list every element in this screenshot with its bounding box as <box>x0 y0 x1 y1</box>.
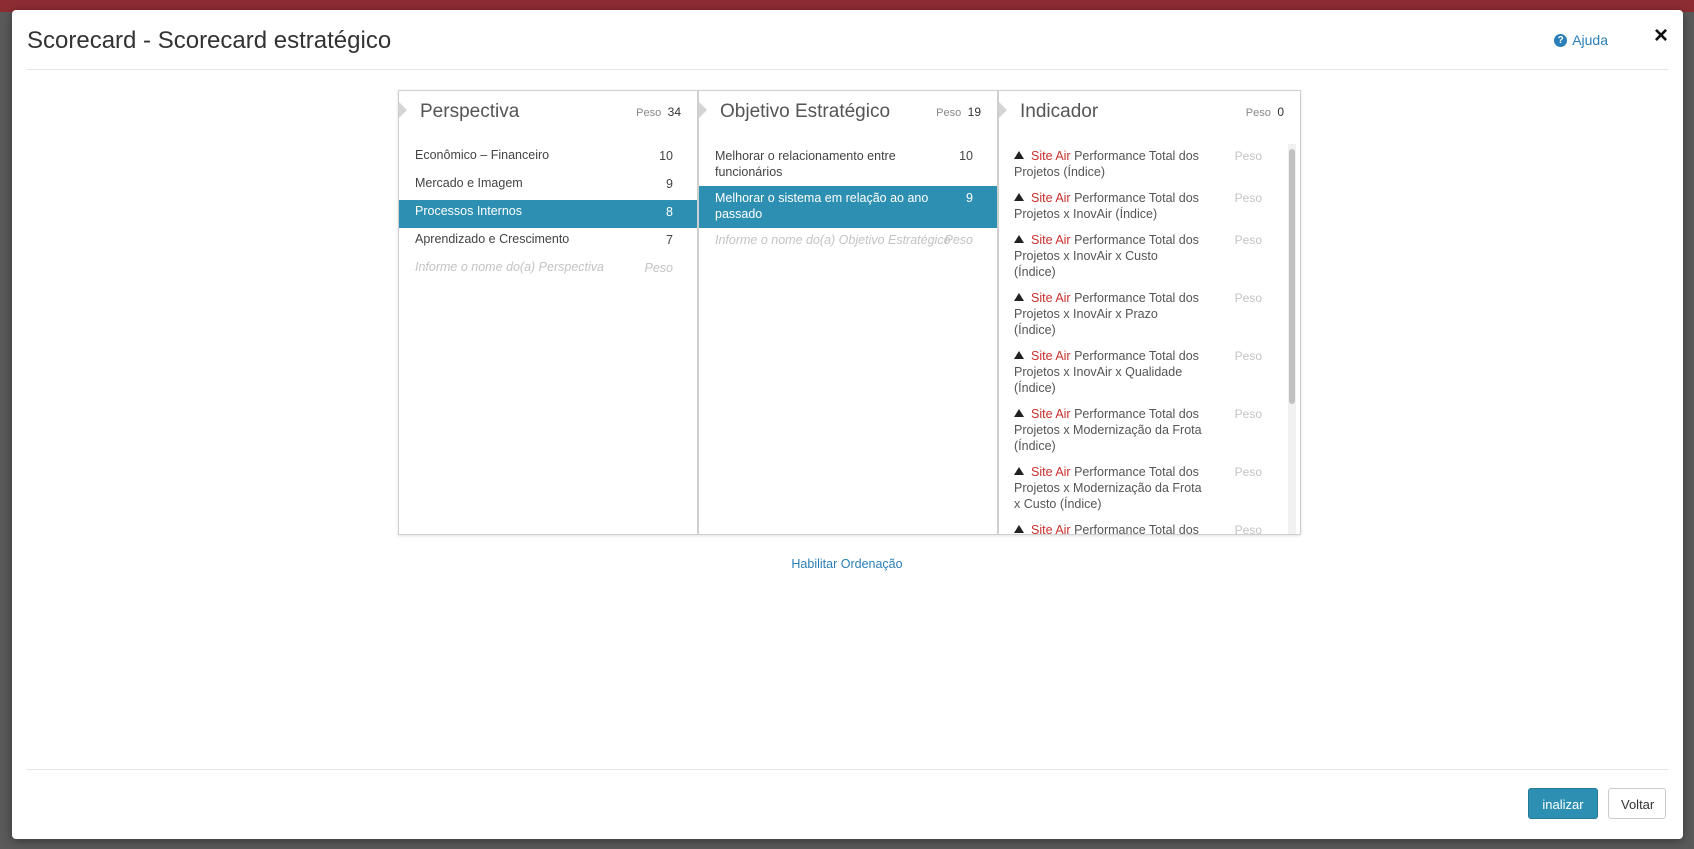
site-label: Site Air <box>1031 233 1071 247</box>
objetivo-total-weight: Peso 19 <box>936 103 981 121</box>
indicador-item[interactable]: Site Air Performance Total dos Projetos … <box>999 186 1282 228</box>
indicador-header: Indicador Peso 0 <box>999 91 1300 141</box>
indicador-column: Indicador Peso 0 Site Air Performance To… <box>999 91 1300 534</box>
help-link[interactable]: ? Ajuda <box>1554 32 1608 48</box>
item-weight: 10 <box>659 149 673 163</box>
enable-sort-link[interactable]: Habilitar Ordenação <box>0 557 1694 571</box>
site-label: Site Air <box>1031 407 1071 421</box>
site-label: Site Air <box>1031 349 1071 363</box>
perspectiva-column: Perspectiva Peso 34 Econômico – Financei… <box>399 91 699 534</box>
site-label: Site Air <box>1031 291 1071 305</box>
indicador-item[interactable]: Site Air Performance Total dos Projetos … <box>999 228 1282 286</box>
item-weight: 8 <box>666 205 673 219</box>
perspectiva-item[interactable]: Econômico – Financeiro 10 <box>399 144 697 172</box>
weight-label: Peso <box>1245 107 1271 119</box>
site-label: Site Air <box>1031 523 1071 534</box>
scrollbar-thumb[interactable] <box>1289 149 1295 404</box>
indicador-list: Site Air Performance Total dos Projetos … <box>999 144 1282 534</box>
objetivo-title: Objetivo Estratégico <box>720 101 891 122</box>
perspectiva-list: Econômico – Financeiro 10 Mercado e Imag… <box>399 144 697 284</box>
item-label: Aprendizado e Crescimento <box>415 232 570 246</box>
site-label: Site Air <box>1031 149 1071 163</box>
weight-value: 34 <box>667 105 681 119</box>
triangle-up-icon <box>1014 151 1024 159</box>
item-weight: 9 <box>666 177 673 191</box>
new-perspectiva-placeholder: Informe o nome do(a) Perspectiva <box>415 260 604 274</box>
perspectiva-total-weight: Peso 34 <box>636 103 681 121</box>
new-perspectiva-weight-input[interactable]: Peso <box>645 260 674 276</box>
modal-footer: inalizar Voltar <box>27 769 1668 839</box>
indicador-weight-input[interactable]: Peso <box>1235 290 1262 306</box>
new-objetivo-weight-input[interactable]: Peso <box>945 232 974 248</box>
new-perspectiva-input[interactable]: Informe o nome do(a) Perspectiva Peso <box>399 256 697 284</box>
weight-value: 0 <box>1277 105 1284 119</box>
indicador-weight-input[interactable]: Peso <box>1235 148 1262 164</box>
item-weight: 10 <box>959 149 973 163</box>
item-label: Melhorar o sistema em relação ao ano pas… <box>715 191 929 221</box>
weight-value: 19 <box>967 105 981 119</box>
item-label: Processos Internos <box>415 204 522 218</box>
weight-label: Peso <box>936 107 962 119</box>
item-label: Mercado e Imagem <box>415 176 523 190</box>
item-label: Melhorar o relacionamento entre funcioná… <box>715 149 896 179</box>
site-label: Site Air <box>1031 465 1071 479</box>
item-weight: 9 <box>966 191 973 205</box>
objetivo-item[interactable]: Melhorar o relacionamento entre funcioná… <box>699 144 997 186</box>
back-button[interactable]: Voltar <box>1608 788 1666 819</box>
perspectiva-item-selected[interactable]: Processos Internos 8 <box>399 200 697 228</box>
triangle-up-icon <box>1014 293 1024 301</box>
indicador-item[interactable]: Site Air Performance Total dos Projetos … <box>999 344 1282 402</box>
triangle-up-icon <box>1014 467 1024 475</box>
indicador-weight-input[interactable]: Peso <box>1235 522 1262 534</box>
objetivo-list: Melhorar o relacionamento entre funcioná… <box>699 144 997 254</box>
indicador-item[interactable]: Site Air Performance Total dos Projetos … <box>999 460 1282 518</box>
indicador-weight-input[interactable]: Peso <box>1235 232 1262 248</box>
scorecard-modal: Scorecard - Scorecard estratégico ? Ajud… <box>12 10 1683 839</box>
indicador-item[interactable]: Site Air Performance Total dos Projetos … <box>999 144 1282 186</box>
triangle-up-icon <box>1014 409 1024 417</box>
triangle-up-icon <box>1014 525 1024 533</box>
question-circle-icon: ? <box>1554 33 1568 47</box>
scorecard-board: Perspectiva Peso 34 Econômico – Financei… <box>398 90 1301 535</box>
objetivo-header: Objetivo Estratégico Peso 19 <box>699 91 997 141</box>
perspectiva-item[interactable]: Mercado e Imagem 9 <box>399 172 697 200</box>
help-label: Ajuda <box>1572 32 1608 48</box>
objetivo-item-selected[interactable]: Melhorar o sistema em relação ao ano pas… <box>699 186 997 228</box>
perspectiva-item[interactable]: Aprendizado e Crescimento 7 <box>399 228 697 256</box>
modal-title: Scorecard - Scorecard estratégico <box>27 27 392 54</box>
indicador-weight-input[interactable]: Peso <box>1235 348 1262 364</box>
indicador-item[interactable]: Site Air Performance Total dos Projetos … <box>999 518 1282 534</box>
perspectiva-header: Perspectiva Peso 34 <box>399 91 697 141</box>
finalize-button[interactable]: inalizar <box>1528 788 1598 819</box>
indicador-item[interactable]: Site Air Performance Total dos Projetos … <box>999 402 1282 460</box>
objetivo-column: Objetivo Estratégico Peso 19 Melhorar o … <box>699 91 999 534</box>
indicador-total-weight: Peso 0 <box>1246 103 1284 121</box>
triangle-up-icon <box>1014 351 1024 359</box>
indicador-weight-input[interactable]: Peso <box>1235 190 1262 206</box>
item-label: Econômico – Financeiro <box>415 148 550 162</box>
close-button[interactable]: × <box>1654 24 1668 48</box>
item-weight: 7 <box>666 233 673 247</box>
new-objetivo-placeholder: Informe o nome do(a) Objetivo Estratégic… <box>715 233 951 247</box>
weight-label: Peso <box>636 107 662 119</box>
indicador-title: Indicador <box>1020 101 1099 122</box>
perspectiva-title: Perspectiva <box>420 101 520 122</box>
indicador-weight-input[interactable]: Peso <box>1235 464 1262 480</box>
modal-header: Scorecard - Scorecard estratégico ? Ajud… <box>27 10 1668 70</box>
new-objetivo-input[interactable]: Informe o nome do(a) Objetivo Estratégic… <box>699 228 997 254</box>
triangle-up-icon <box>1014 235 1024 243</box>
triangle-up-icon <box>1014 193 1024 201</box>
indicador-scrollbar[interactable] <box>1288 144 1296 534</box>
indicador-item[interactable]: Site Air Performance Total dos Projetos … <box>999 286 1282 344</box>
indicador-weight-input[interactable]: Peso <box>1235 406 1262 422</box>
site-label: Site Air <box>1031 191 1071 205</box>
